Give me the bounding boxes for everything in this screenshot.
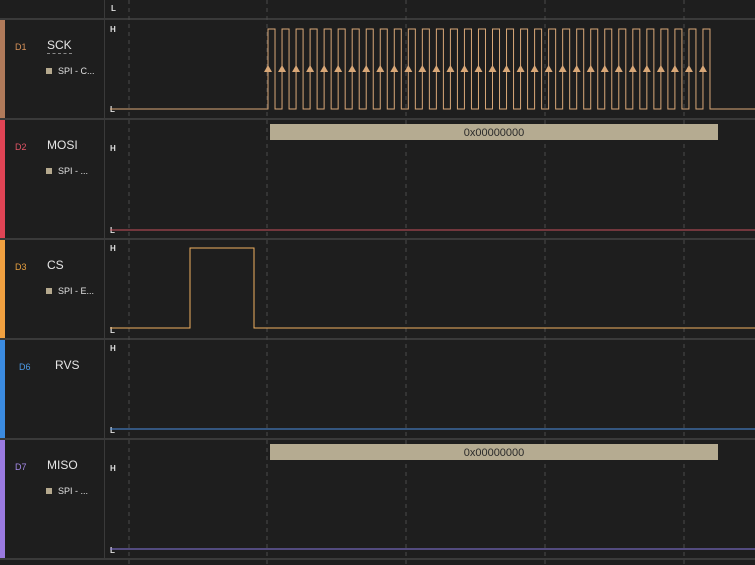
rising-edge-arrow <box>642 65 651 72</box>
sck-waveform <box>110 28 755 110</box>
rising-edge-arrow <box>446 65 455 72</box>
rising-edge-arrow <box>376 65 385 72</box>
rising-edge-arrow <box>306 65 315 72</box>
rising-edge-arrow <box>432 65 441 72</box>
rising-edge-arrow <box>320 65 329 72</box>
mosi-frame-label: 0x00000000 <box>464 127 525 139</box>
miso-frame-label: 0x00000000 <box>464 447 525 459</box>
rising-edge-arrow <box>614 65 623 72</box>
waveform-plot[interactable]: 0x00000000 0x00000000 <box>0 0 755 565</box>
rising-edge-arrow <box>362 65 371 72</box>
rising-edge-arrow <box>390 65 399 72</box>
rising-edge-arrow <box>572 65 581 72</box>
rising-edge-arrow <box>628 65 637 72</box>
rising-edge-arrow <box>698 65 707 72</box>
rising-edge-arrow <box>586 65 595 72</box>
cs-waveform <box>110 247 755 329</box>
rising-edge-arrow <box>460 65 469 72</box>
rising-edge-arrow <box>558 65 567 72</box>
rising-edge-arrow <box>474 65 483 72</box>
rising-edge-arrow <box>418 65 427 72</box>
rising-edge-arrow <box>292 65 301 72</box>
time-gridlines <box>128 0 685 565</box>
rising-edge-arrow <box>656 65 665 72</box>
rising-edge-arrow <box>348 65 357 72</box>
rising-edge-arrow <box>488 65 497 72</box>
rising-edge-arrow <box>600 65 609 72</box>
rising-edge-arrow <box>516 65 525 72</box>
rising-edge-arrow <box>530 65 539 72</box>
rising-edge-arrow <box>502 65 511 72</box>
rising-edge-arrow <box>670 65 679 72</box>
rising-edge-arrow <box>264 65 272 72</box>
rising-edge-arrow <box>684 65 693 72</box>
rising-edge-arrow <box>544 65 553 72</box>
rising-edge-arrow <box>278 65 287 72</box>
rising-edge-arrow <box>334 65 343 72</box>
